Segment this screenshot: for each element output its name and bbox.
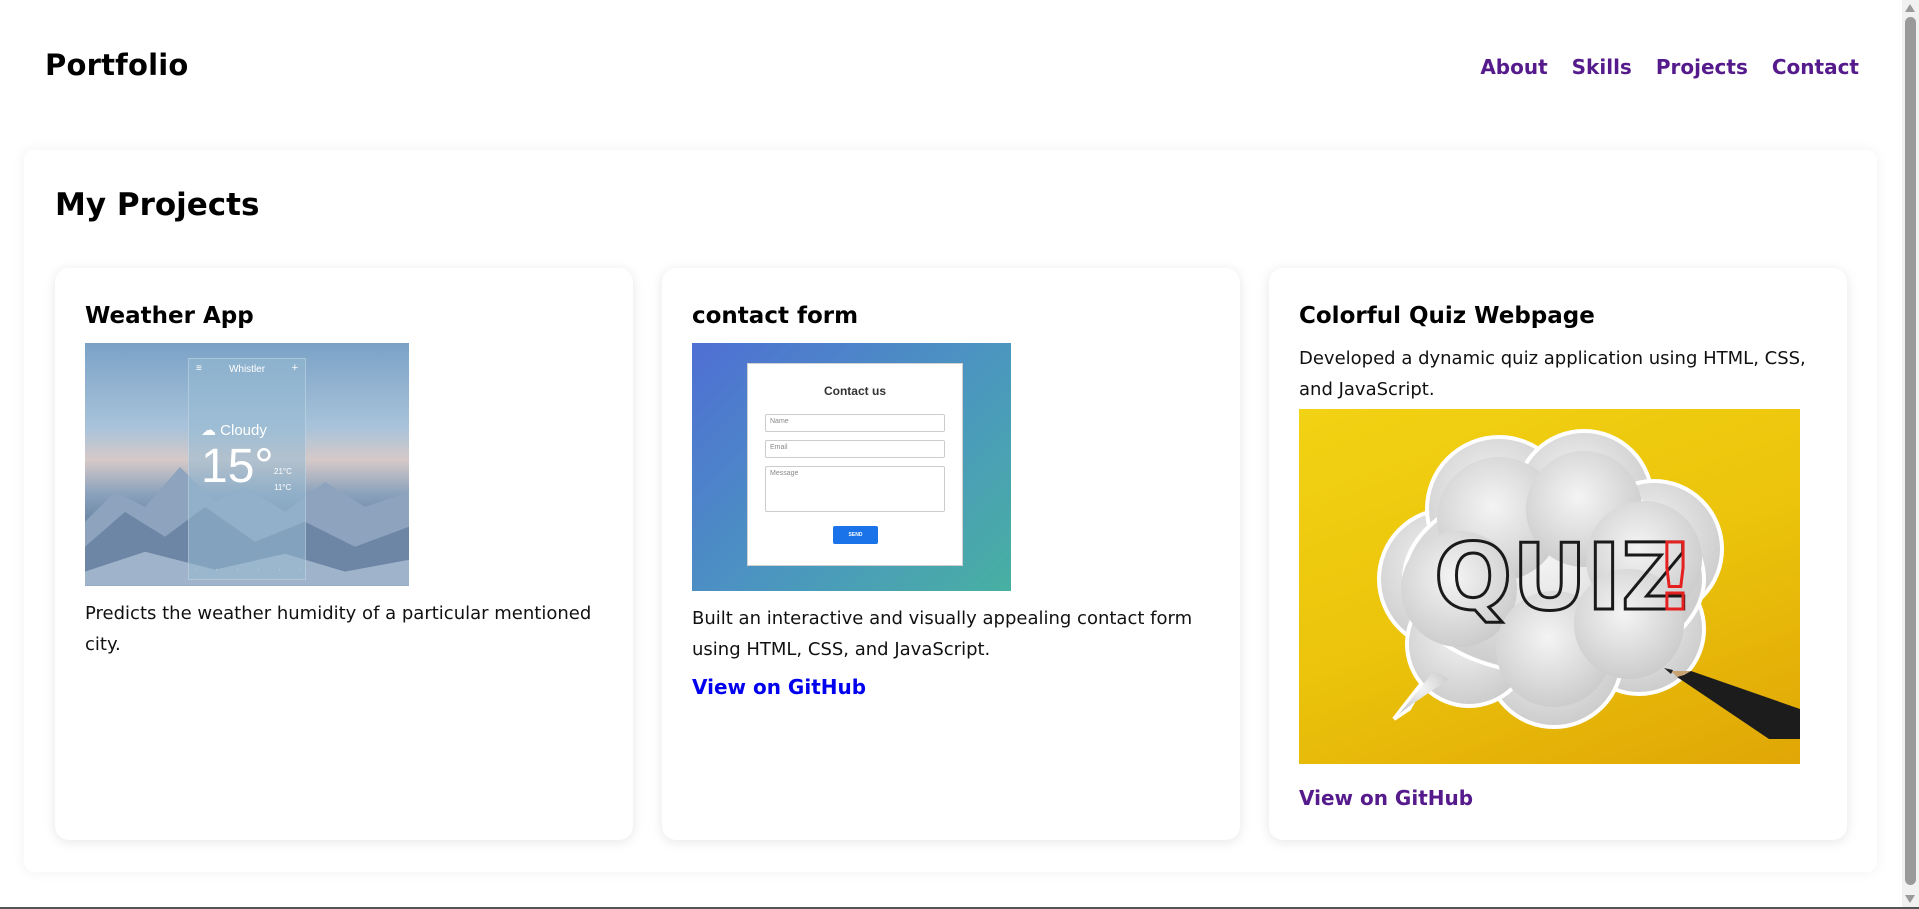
section-title: My Projects [55,187,260,223]
send-button: SEND [833,525,878,544]
github-link[interactable]: View on GitHub [692,675,866,699]
contact-form-mockup: Contact us Name Email Message SEND [747,362,963,566]
project-title: contact form [692,303,859,329]
quiz-word: QUIZ [1434,524,1688,631]
email-field: Email [765,439,945,458]
project-title: Colorful Quiz Webpage [1299,303,1595,329]
weather-condition: ☁ Cloudy [201,421,267,439]
page-viewport: Portfolio About Skills Projects Contact … [0,0,1902,907]
site-header: Portfolio About Skills Projects Contact [0,0,1902,135]
weather-forecast-row: · · · · · · [195,566,301,573]
quiz-exclamation: ! [1654,524,1696,631]
nav-projects-link[interactable]: Projects [1656,55,1748,79]
quiz-screenshot: QUIZ ! [1299,408,1800,764]
name-field: Name [765,413,945,432]
message-field: Message [765,465,945,512]
weather-city: Whistler [228,363,266,375]
main-nav: About Skills Projects Contact [1480,55,1859,79]
project-description: Built an interactive and visually appeal… [692,607,1193,660]
pencil-icon [1664,667,1800,739]
project-title: Weather App [85,303,254,329]
project-card-weather: Weather App ≡ Whistler + ☁ Cloudy 15° 21… [55,268,633,840]
contact-heading: Contact us [823,383,886,398]
scroll-up-arrow-icon[interactable] [1905,4,1915,12]
project-description: Predicts the weather humidity of a parti… [85,602,592,655]
add-icon: + [291,361,298,374]
weather-temperature: 15° [201,439,274,493]
speech-bubble-illustration: QUIZ ! [1377,428,1800,739]
project-card-contact-form: contact form Contact us Name Email Messa… [662,268,1240,840]
vertical-scrollbar[interactable] [1902,0,1919,907]
scroll-down-arrow-icon[interactable] [1905,895,1915,903]
projects-section: My Projects Weather App ≡ Whistler + ☁ C… [24,150,1877,872]
github-link[interactable]: View on GitHub [1299,786,1473,810]
weather-app-screenshot: ≡ Whistler + ☁ Cloudy 15° 21°C 11°C · · · ·… [85,342,409,586]
cloud-icon: ☁ [201,421,216,439]
weather-phone-mockup: ≡ Whistler + ☁ Cloudy 15° 21°C 11°C · · · ·… [188,357,306,580]
scrollbar-thumb[interactable] [1905,17,1916,885]
project-description: Developed a dynamic quiz application usi… [1299,347,1806,400]
nav-skills-link[interactable]: Skills [1572,55,1632,79]
site-logo[interactable]: Portfolio [45,48,189,82]
project-card-quiz: Colorful Quiz Webpage Developed a dynami… [1269,268,1847,840]
weather-low: 11°C [274,482,292,492]
contact-form-screenshot: Contact us Name Email Message SEND [692,342,1011,591]
nav-about-link[interactable]: About [1480,55,1547,79]
weather-high: 21°C [274,466,292,476]
nav-contact-link[interactable]: Contact [1772,55,1859,79]
